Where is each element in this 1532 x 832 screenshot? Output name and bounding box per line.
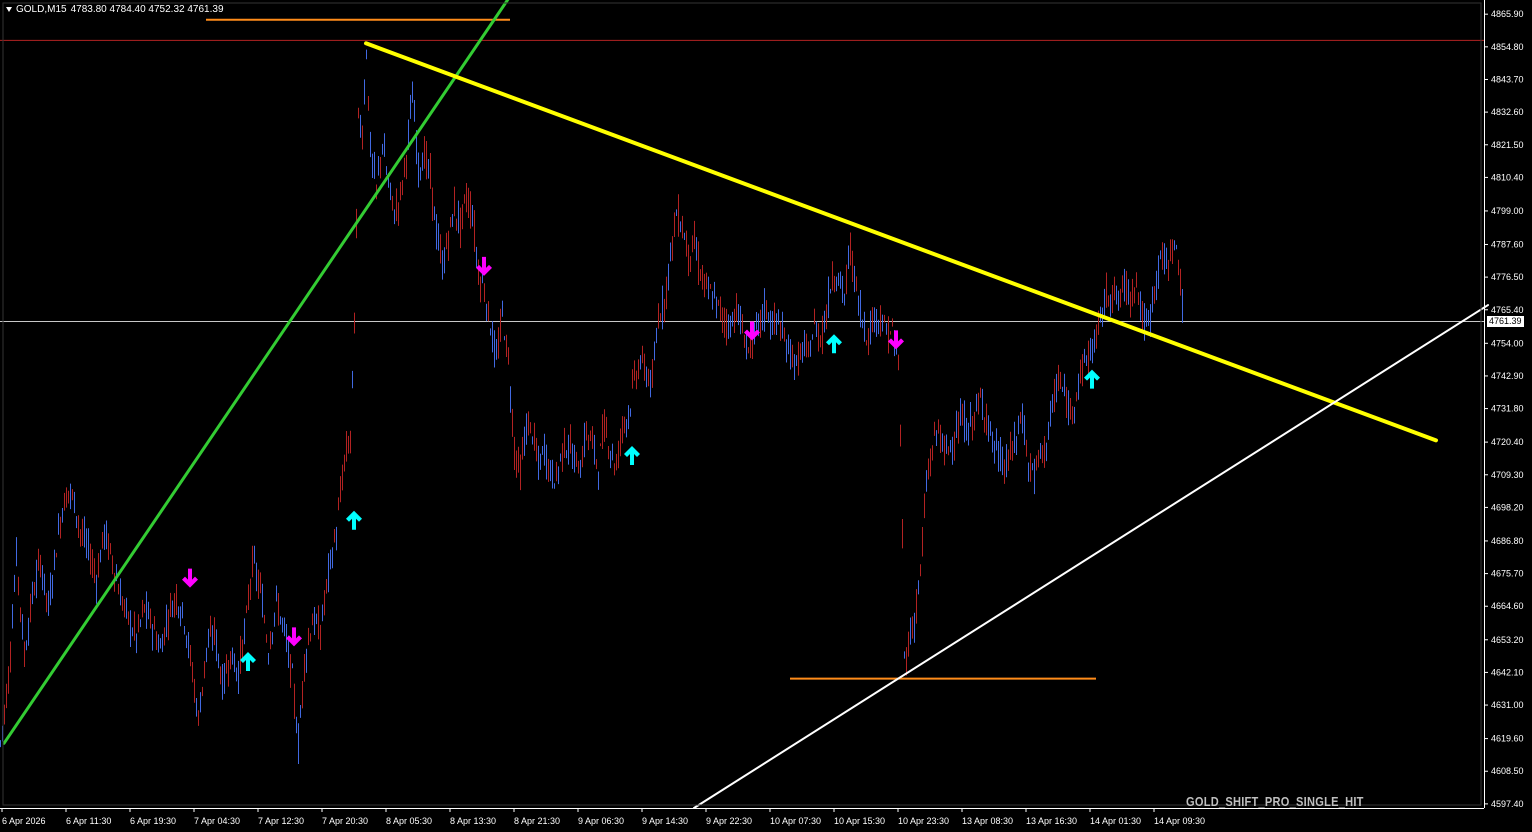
y-tick-label: 4642.10 [1491,667,1524,677]
chart-header: GOLD,M15 4783.80 4784.40 4752.32 4761.39 [6,4,228,15]
y-tick-label: 4787.60 [1491,239,1524,249]
x-tick-label: 13 Apr 08:30 [962,816,1013,826]
x-tick-label: 13 Apr 16:30 [1026,816,1077,826]
y-tick-label: 4742.90 [1491,371,1524,381]
y-tick-label: 4709.30 [1491,470,1524,480]
x-tick-label: 10 Apr 07:30 [770,816,821,826]
y-tick-label: 4865.90 [1491,9,1524,19]
x-tick-label: 6 Apr 11:30 [66,816,111,826]
ohlc-label: 4783.80 4784.40 4752.32 4761.39 [70,4,224,15]
symbol-label: GOLD,M15 [16,4,67,15]
y-tick-label: 4619.60 [1491,734,1524,744]
x-tick-label: 6 Apr 19:30 [130,816,176,826]
x-tick-label: 14 Apr 01:30 [1090,816,1141,826]
y-tick-label: 4597.40 [1491,799,1524,809]
x-tick-label: 6 Apr 2026 [2,816,46,826]
x-tick-label: 9 Apr 06:30 [578,816,624,826]
x-tick-label: 9 Apr 22:30 [706,816,752,826]
y-tick-label: 4765.40 [1491,305,1524,315]
y-tick-label: 4720.40 [1491,437,1524,447]
y-tick-label: 4832.60 [1491,107,1524,117]
x-tick-label: 10 Apr 23:30 [898,816,949,826]
y-tick-label: 4631.00 [1491,700,1524,710]
y-tick-label: 4854.80 [1491,42,1524,52]
indicator-watermark: GOLD_SHIFT_PRO_SINGLE_HIT [1186,794,1364,809]
y-tick-label: 4754.00 [1491,338,1524,348]
chart-background [0,0,1532,832]
x-tick-label: 7 Apr 04:30 [194,816,240,826]
x-tick-label: 8 Apr 21:30 [514,816,560,826]
y-tick-label: 4799.00 [1491,206,1524,216]
menu-triangle-icon[interactable] [6,6,12,12]
x-tick-label: 7 Apr 12:30 [258,816,304,826]
y-tick-label: 4810.40 [1491,172,1524,182]
y-tick-label: 4664.60 [1491,601,1524,611]
y-tick-label: 4698.20 [1491,502,1524,512]
x-tick-label: 14 Apr 09:30 [1154,816,1205,826]
x-tick-label: 8 Apr 05:30 [386,816,432,826]
y-tick-label: 4675.70 [1491,569,1524,579]
x-tick-label: 10 Apr 15:30 [834,816,885,826]
y-tick-label: 4686.80 [1491,536,1524,546]
x-tick-label: 8 Apr 13:30 [450,816,496,826]
price-chart[interactable]: 4865.90 4854.80 4843.70 4832.60 4821.50 4810.… [0,0,1532,832]
y-tick-label: 4843.70 [1491,74,1524,84]
y-tick-label: 4608.50 [1491,766,1524,776]
y-tick-label: 4653.20 [1491,635,1524,645]
y-tick-label: 4731.80 [1491,404,1524,414]
y-tick-label: 4821.50 [1491,140,1524,150]
y-tick-label: 4776.50 [1491,272,1524,282]
x-tick-label: 7 Apr 20:30 [322,816,368,826]
x-tick-label: 9 Apr 14:30 [642,816,688,826]
current-price-tag: 4761.39 [1487,315,1524,327]
